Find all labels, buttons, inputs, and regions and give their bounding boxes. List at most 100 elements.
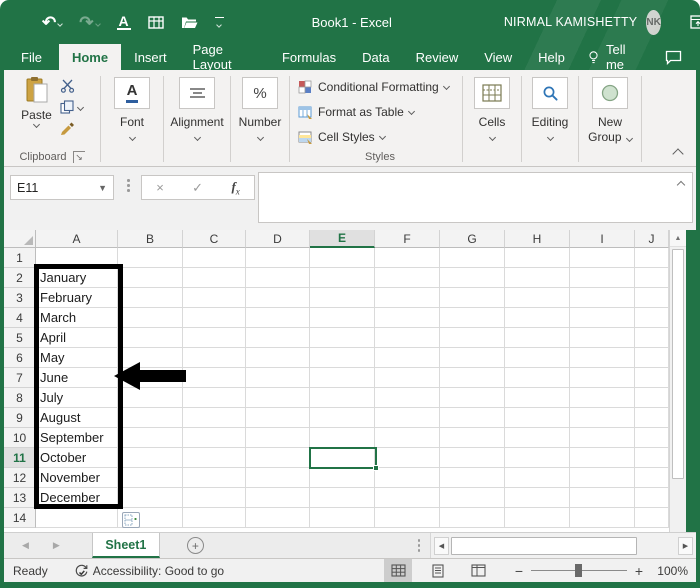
column-header-A[interactable]: A <box>36 230 118 248</box>
cell-G8[interactable] <box>440 388 505 408</box>
cell-styles-button[interactable]: Cell Styles <box>298 124 386 149</box>
row-header-7[interactable]: 7 <box>4 368 36 388</box>
cell-D11[interactable] <box>246 448 310 468</box>
tab-insert[interactable]: Insert <box>121 44 180 70</box>
cell-I9[interactable] <box>570 408 635 428</box>
cell-C11[interactable] <box>183 448 246 468</box>
cell-B6[interactable] <box>118 348 183 368</box>
open-file-button[interactable] <box>181 16 198 29</box>
undo-button[interactable]: ↶ <box>42 14 64 31</box>
page-break-preview-button[interactable] <box>464 559 492 582</box>
cell-G13[interactable] <box>440 488 505 508</box>
cell-D3[interactable] <box>246 288 310 308</box>
cell-J5[interactable] <box>635 328 669 348</box>
cell-G14[interactable] <box>440 508 505 528</box>
cell-G3[interactable] <box>440 288 505 308</box>
cell-I6[interactable] <box>570 348 635 368</box>
cell-H9[interactable] <box>505 408 570 428</box>
cell-C4[interactable] <box>183 308 246 328</box>
row-header-10[interactable]: 10 <box>4 428 36 448</box>
horizontal-scroll-thumb[interactable] <box>451 536 637 555</box>
cell-C3[interactable] <box>183 288 246 308</box>
tab-view[interactable]: View <box>471 44 525 70</box>
cell-C14[interactable] <box>183 508 246 528</box>
cell-B7[interactable] <box>118 368 183 388</box>
cells-group-button[interactable]: Cells <box>463 74 521 166</box>
tab-page-layout[interactable]: Page Layout <box>180 42 269 72</box>
cell-J12[interactable] <box>635 468 669 488</box>
cell-A8[interactable]: July <box>36 388 118 408</box>
cell-A5[interactable]: April <box>36 328 118 348</box>
column-header-D[interactable]: D <box>246 230 310 248</box>
cell-H6[interactable] <box>505 348 570 368</box>
cell-F11[interactable] <box>375 448 440 468</box>
zoom-slider-thumb[interactable] <box>575 563 582 577</box>
cell-D2[interactable] <box>246 268 310 288</box>
cell-C13[interactable] <box>183 488 246 508</box>
cell-G9[interactable] <box>440 408 505 428</box>
cell-C2[interactable] <box>183 268 246 288</box>
cell-B9[interactable] <box>118 408 183 428</box>
number-group-button[interactable]: % Number <box>231 74 289 166</box>
cell-E3[interactable] <box>310 288 375 308</box>
cell-A10[interactable]: September <box>36 428 118 448</box>
format-painter-button[interactable] <box>60 121 83 135</box>
cell-B1[interactable] <box>118 248 183 268</box>
cell-F3[interactable] <box>375 288 440 308</box>
cell-B2[interactable] <box>118 268 183 288</box>
cell-D7[interactable] <box>246 368 310 388</box>
cell-I7[interactable] <box>570 368 635 388</box>
row-header-9[interactable]: 9 <box>4 408 36 428</box>
customize-qat-button[interactable] <box>214 17 224 28</box>
cell-I3[interactable] <box>570 288 635 308</box>
cell-E12[interactable] <box>310 468 375 488</box>
new-sheet-button[interactable]: + <box>186 537 204 554</box>
name-box[interactable]: E11 ▼ <box>10 175 114 200</box>
cell-F6[interactable] <box>375 348 440 368</box>
accessibility-status[interactable]: Accessibility: Good to go <box>74 563 224 578</box>
cell-J3[interactable] <box>635 288 669 308</box>
collapse-ribbon-button[interactable] <box>672 148 684 160</box>
cell-I5[interactable] <box>570 328 635 348</box>
cell-I14[interactable] <box>570 508 635 528</box>
cell-F7[interactable] <box>375 368 440 388</box>
cell-I2[interactable] <box>570 268 635 288</box>
cell-J10[interactable] <box>635 428 669 448</box>
cell-F12[interactable] <box>375 468 440 488</box>
cell-A14[interactable] <box>36 508 118 528</box>
cell-G1[interactable] <box>440 248 505 268</box>
zoom-in-button[interactable]: + <box>632 563 646 579</box>
cell-I8[interactable] <box>570 388 635 408</box>
enter-button[interactable]: ✓ <box>192 180 203 196</box>
editing-group-button[interactable]: Editing <box>522 74 578 166</box>
expand-formula-bar-icon[interactable] <box>676 180 686 190</box>
cell-C7[interactable] <box>183 368 246 388</box>
copy-button[interactable] <box>60 100 84 114</box>
cell-E2[interactable] <box>310 268 375 288</box>
cell-H4[interactable] <box>505 308 570 328</box>
auto-fill-options-button[interactable] <box>122 512 140 528</box>
comments-button[interactable] <box>651 44 696 70</box>
tab-review[interactable]: Review <box>403 44 472 70</box>
cell-H7[interactable] <box>505 368 570 388</box>
cell-F10[interactable] <box>375 428 440 448</box>
paste-button[interactable]: Paste <box>21 74 52 129</box>
column-header-E[interactable]: E <box>310 230 375 248</box>
cell-G4[interactable] <box>440 308 505 328</box>
alignment-group-button[interactable]: Alignment <box>164 74 230 166</box>
cancel-button[interactable]: × <box>156 180 164 195</box>
scroll-up-icon[interactable]: ▲ <box>670 230 686 247</box>
cell-D10[interactable] <box>246 428 310 448</box>
cell-C12[interactable] <box>183 468 246 488</box>
cell-D13[interactable] <box>246 488 310 508</box>
cell-C6[interactable] <box>183 348 246 368</box>
cell-D4[interactable] <box>246 308 310 328</box>
tab-formulas[interactable]: Formulas <box>269 44 349 70</box>
cell-J4[interactable] <box>635 308 669 328</box>
column-header-I[interactable]: I <box>570 230 635 248</box>
cell-C5[interactable] <box>183 328 246 348</box>
column-header-B[interactable]: B <box>118 230 183 248</box>
cell-H10[interactable] <box>505 428 570 448</box>
cell-F13[interactable] <box>375 488 440 508</box>
cell-A4[interactable]: March <box>36 308 118 328</box>
